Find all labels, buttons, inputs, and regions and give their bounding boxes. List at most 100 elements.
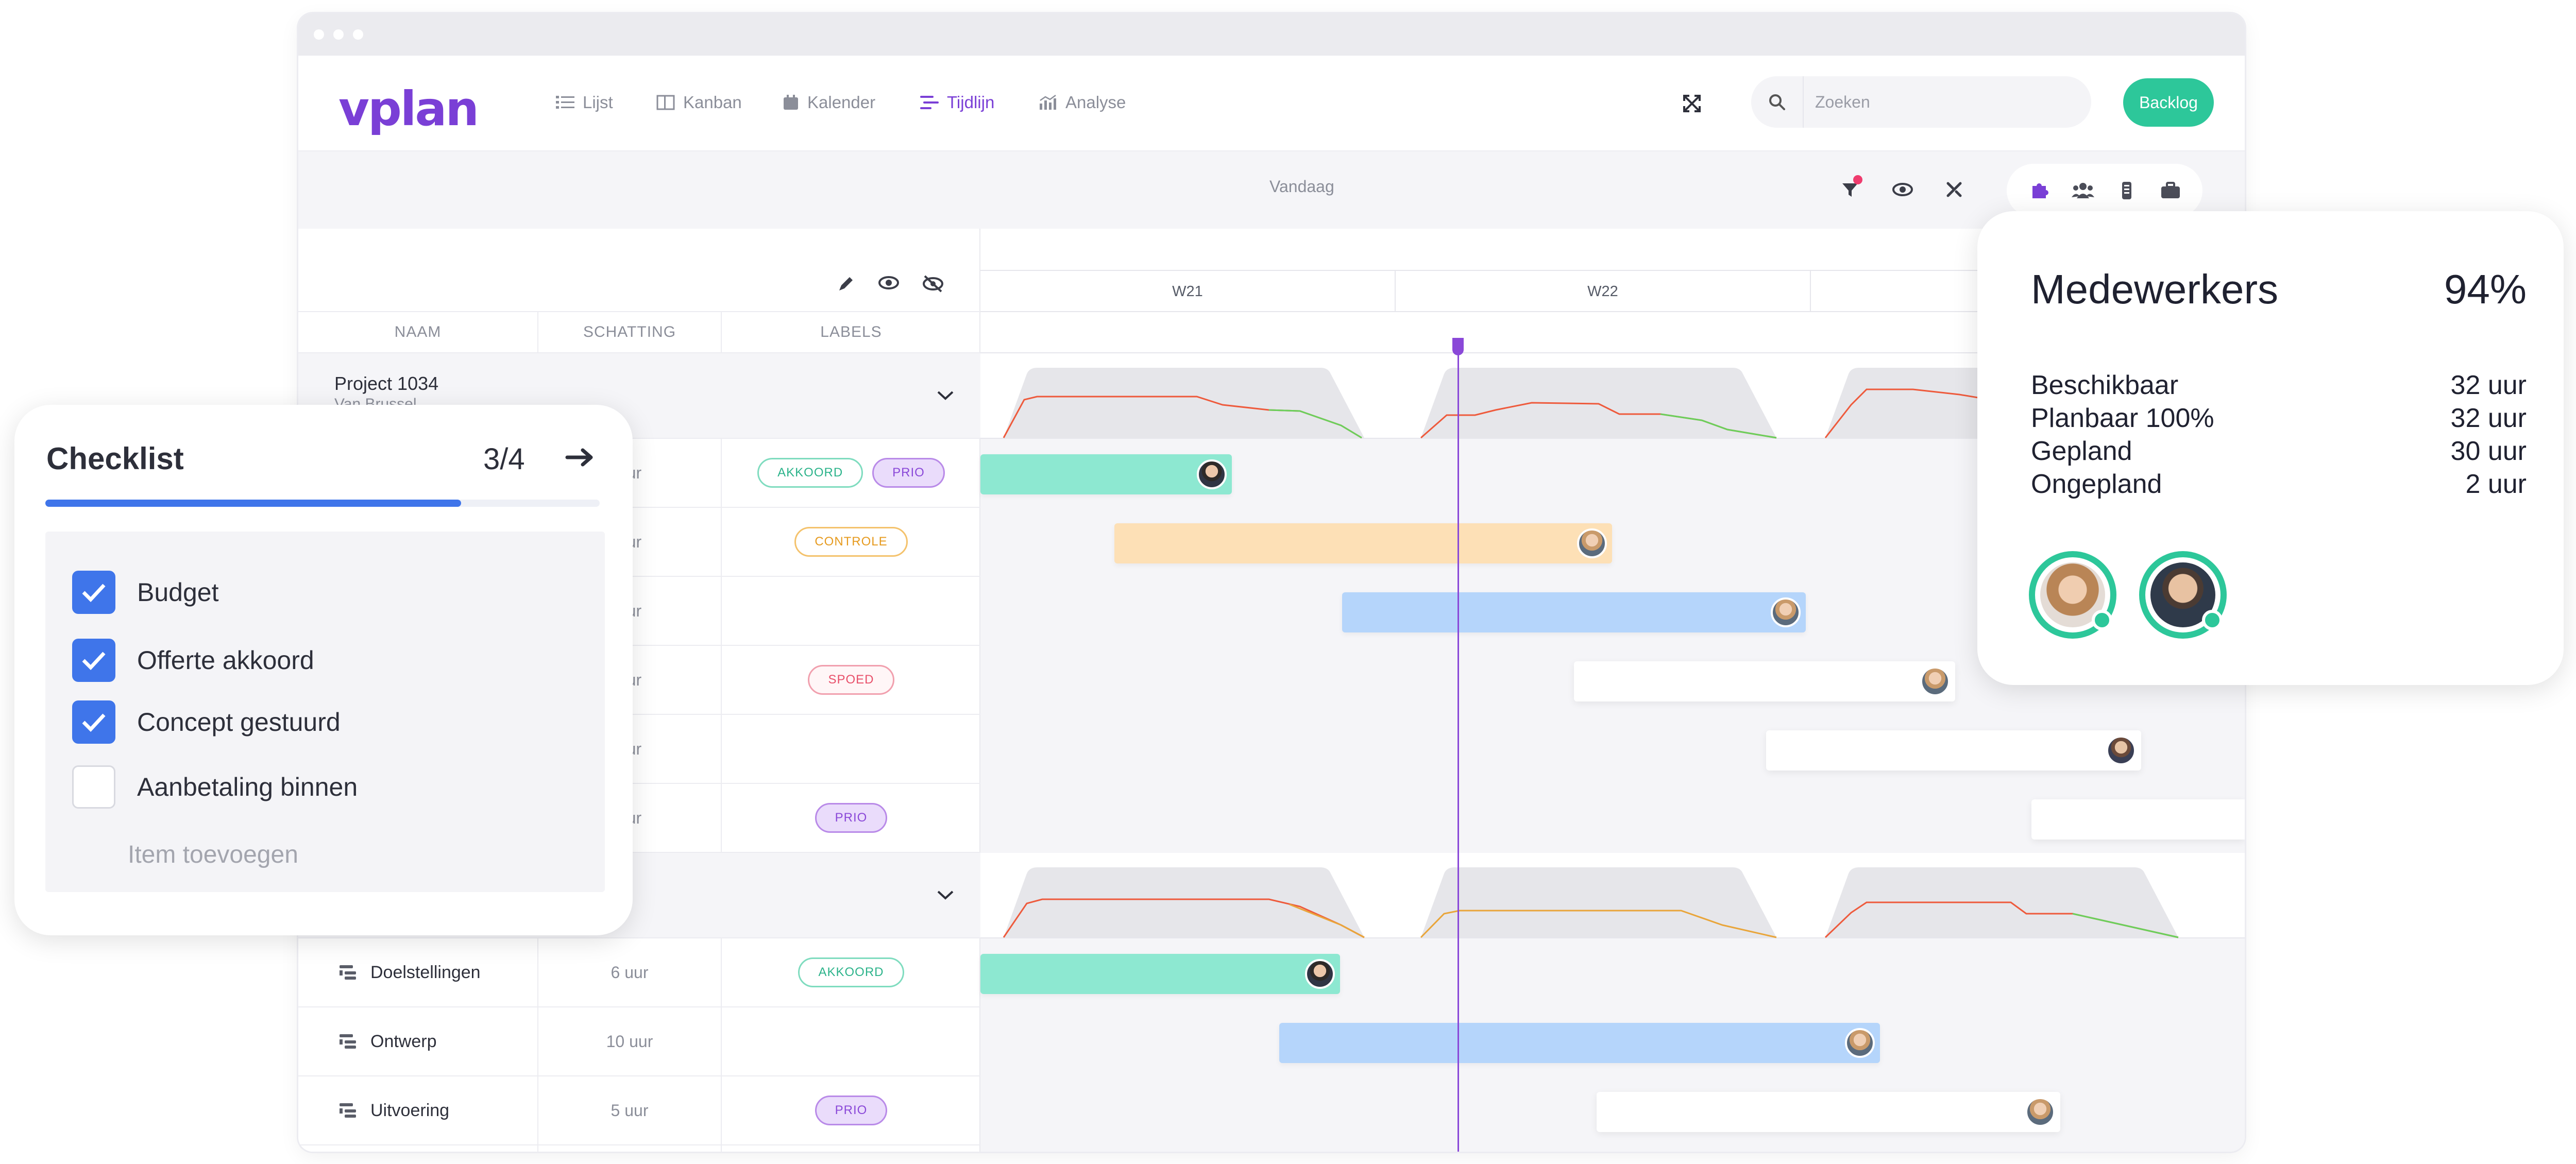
checkbox-unchecked[interactable] xyxy=(72,765,115,809)
tools-icon[interactable] xyxy=(1940,175,1969,204)
estimate-cell: 10 uur xyxy=(538,1007,722,1075)
window-dot[interactable] xyxy=(314,29,324,40)
today-marker-handle[interactable] xyxy=(1452,338,1464,355)
window-dot[interactable] xyxy=(353,29,363,40)
labels-cell xyxy=(722,577,980,645)
task-name-cell xyxy=(298,1145,538,1152)
nav-item-label: Kalender xyxy=(807,93,876,112)
chevron-down-icon[interactable] xyxy=(930,380,961,411)
nav-item-label: Tijdlijn xyxy=(947,93,995,112)
nav-item-label: Lijst xyxy=(583,93,613,112)
top-navbar: vplan Lijst Kanban Kalender Tijdlijn Ana… xyxy=(298,56,2245,151)
table-row[interactable]: Uitvoering 5 uur PRIO xyxy=(298,1076,980,1145)
task-name-cell: Doelstellingen xyxy=(298,938,538,1006)
task-bar[interactable] xyxy=(1574,661,1955,701)
checklist-item[interactable]: Budget xyxy=(72,571,218,614)
chart-icon xyxy=(1040,94,1056,110)
checkbox-checked[interactable] xyxy=(72,639,115,682)
week-header-w21[interactable]: W21 xyxy=(980,271,1396,312)
checklist-item[interactable]: Concept gestuurd xyxy=(72,700,341,744)
estimate-cell: 6 uur xyxy=(538,938,722,1006)
capacity-stats: Beschikbaar 32 uur Planbaar 100% 32 uur Ge… xyxy=(2031,369,2527,501)
users-icon[interactable] xyxy=(2069,176,2097,205)
today-button[interactable]: Vandaag xyxy=(1269,177,1334,196)
column-header-schatting[interactable]: SCHATTING xyxy=(538,312,722,352)
nav-item-analyse[interactable]: Analyse xyxy=(1039,93,1126,112)
chevron-down-icon[interactable] xyxy=(930,880,961,911)
task-bar[interactable] xyxy=(980,954,1340,994)
checklist-item-label: Budget xyxy=(137,578,219,607)
task-name-cell: Uitvoering xyxy=(298,1076,538,1144)
arrow-right-icon[interactable] xyxy=(562,442,598,473)
label-pill[interactable]: AKKOORD xyxy=(757,458,863,488)
puzzle-icon[interactable] xyxy=(2025,176,2054,205)
task-bar[interactable] xyxy=(2031,799,2245,840)
stat-row: Ongepland 2 uur xyxy=(2031,468,2527,501)
stat-label: Ongepland xyxy=(2031,469,2162,499)
checklist-progress-fill xyxy=(45,500,461,507)
online-indicator xyxy=(2202,610,2223,630)
add-item-input[interactable]: Item toevoegen xyxy=(128,841,298,869)
checkbox-checked[interactable] xyxy=(72,571,115,614)
checkbox-checked[interactable] xyxy=(72,700,115,744)
search-icon[interactable] xyxy=(1751,76,1803,128)
employee-avatar[interactable] xyxy=(2029,551,2116,639)
checklist-count: 3/4 xyxy=(483,442,525,476)
briefcase-icon[interactable] xyxy=(2156,176,2185,205)
label-pill[interactable]: CONTROLE xyxy=(794,527,908,557)
column-header-naam[interactable]: NAAM xyxy=(298,312,538,352)
table-row[interactable]: Ontwerp 10 uur xyxy=(298,1007,980,1076)
task-icon xyxy=(340,1034,356,1049)
filter-badge xyxy=(1853,175,1862,184)
stat-label: Beschikbaar xyxy=(2031,370,2179,400)
employee-avatar[interactable] xyxy=(2139,551,2227,639)
filter-icon[interactable] xyxy=(1836,175,1865,204)
window-dot[interactable] xyxy=(333,29,344,40)
checklist-card: Checklist 3/4 Budget Offerte akkoord Con… xyxy=(14,405,633,935)
task-bar[interactable] xyxy=(980,454,1232,494)
labels-cell xyxy=(722,1145,980,1152)
eye-icon[interactable] xyxy=(1888,175,1917,204)
stat-label: Planbaar 100% xyxy=(2031,403,2214,433)
avatar xyxy=(1197,459,1227,489)
task-bar[interactable] xyxy=(1114,523,1612,563)
label-pill[interactable]: PRIO xyxy=(815,1095,888,1125)
week-header-w22[interactable]: W22 xyxy=(1396,271,1811,312)
backlog-button[interactable]: Backlog xyxy=(2123,78,2214,127)
eye-off-icon[interactable] xyxy=(923,275,943,293)
vplan-logo[interactable]: vplan xyxy=(338,81,479,136)
nav-item-tijdlijn[interactable]: Tijdlijn xyxy=(920,93,994,112)
task-bar[interactable] xyxy=(1766,730,2141,771)
label-pill[interactable]: AKKOORD xyxy=(798,957,904,987)
kanban-icon xyxy=(656,95,675,110)
nav-item-kalender[interactable]: Kalender xyxy=(783,93,875,112)
device-icon[interactable] xyxy=(2112,176,2141,205)
checklist-item[interactable]: Offerte akkoord xyxy=(72,639,314,682)
window-chrome xyxy=(298,13,2245,56)
timeline-icon xyxy=(920,96,939,109)
nav-item-kanban[interactable]: Kanban xyxy=(656,93,742,112)
fullscreen-icon[interactable] xyxy=(1679,91,1705,116)
eye-icon[interactable] xyxy=(878,275,899,290)
task-bar[interactable] xyxy=(1342,592,1806,632)
label-pill[interactable]: PRIO xyxy=(872,458,945,488)
labels-cell: AKKOORD PRIO xyxy=(722,439,980,507)
today-marker-line xyxy=(1458,340,1459,1152)
pencil-icon[interactable] xyxy=(837,275,855,293)
table-row xyxy=(298,1145,980,1152)
nav-item-lijst[interactable]: Lijst xyxy=(556,93,613,112)
labels-cell: AKKOORD xyxy=(722,938,980,1006)
labels-cell: PRIO xyxy=(722,1076,980,1144)
table-row[interactable]: Doelstellingen 6 uur AKKOORD xyxy=(298,938,980,1007)
task-icon xyxy=(340,965,356,980)
column-header-labels[interactable]: LABELS xyxy=(722,312,980,352)
stat-label: Gepland xyxy=(2031,436,2132,466)
search-input[interactable] xyxy=(1804,92,2072,112)
label-pill[interactable]: SPOED xyxy=(808,665,894,695)
task-bar[interactable] xyxy=(1279,1023,1880,1063)
stat-row: Gepland 30 uur xyxy=(2031,435,2527,468)
label-pill[interactable]: PRIO xyxy=(815,803,888,833)
list-icon xyxy=(556,96,574,109)
checklist-item[interactable]: Aanbetaling binnen xyxy=(72,765,358,809)
task-bar[interactable] xyxy=(1597,1092,2060,1132)
